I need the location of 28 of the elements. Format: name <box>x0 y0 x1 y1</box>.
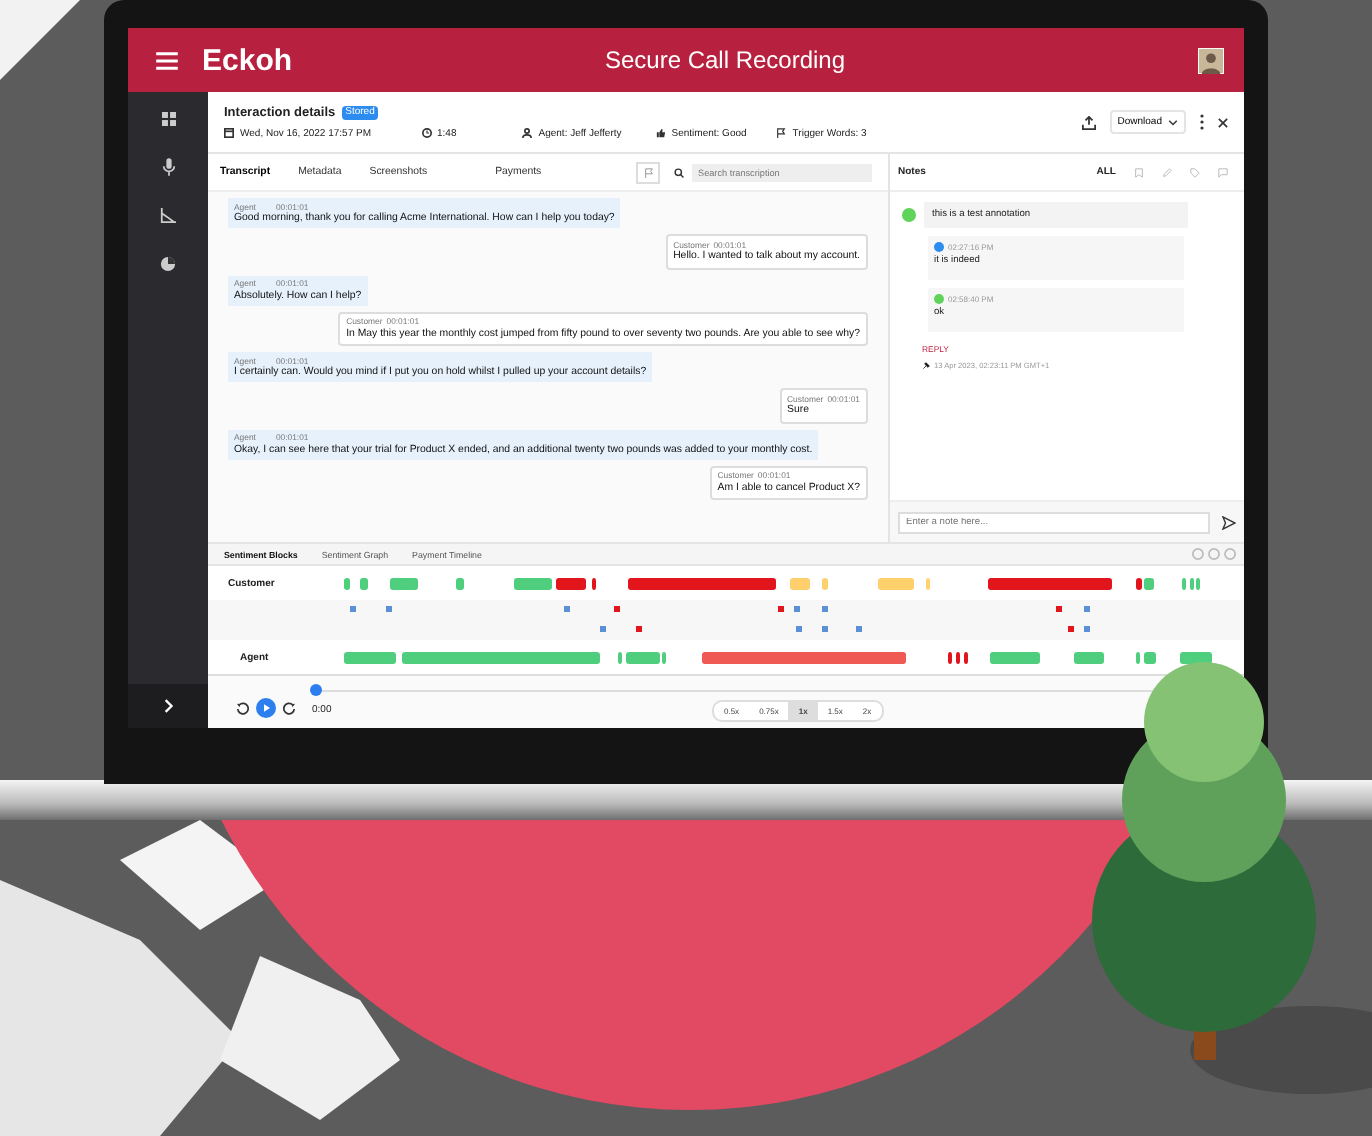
caret-icon <box>1168 119 1178 125</box>
search-button[interactable] <box>668 163 688 181</box>
flag-icon <box>643 167 653 177</box>
fast-forward-icon[interactable] <box>282 701 296 715</box>
floor-tile <box>0 0 80 80</box>
pie-chart-icon[interactable] <box>160 256 176 272</box>
chevron-right-icon <box>163 698 173 714</box>
send-icon[interactable] <box>1222 515 1236 529</box>
rewind-icon[interactable] <box>236 701 250 715</box>
dashboard-icon[interactable] <box>161 112 175 126</box>
menu-icon[interactable] <box>156 51 178 69</box>
logo: Eckoh <box>202 43 293 77</box>
flag-icon <box>776 128 787 138</box>
person-icon <box>522 128 533 138</box>
play-icon <box>263 704 269 712</box>
line-chart-icon[interactable] <box>160 208 176 224</box>
calendar-icon <box>224 128 234 138</box>
close-icon[interactable] <box>1218 117 1228 127</box>
play-button[interactable] <box>256 698 276 718</box>
clock-icon <box>421 128 432 138</box>
thumbs-up-icon <box>655 128 666 138</box>
playback-slider-thumb[interactable] <box>310 684 322 696</box>
upload-icon[interactable] <box>1081 115 1096 129</box>
microphone-icon[interactable] <box>161 158 175 176</box>
avatar-icon[interactable] <box>1198 47 1224 73</box>
pin-icon <box>922 362 930 370</box>
search-icon <box>673 167 683 177</box>
app-title: Secure Call Recording <box>602 46 848 74</box>
